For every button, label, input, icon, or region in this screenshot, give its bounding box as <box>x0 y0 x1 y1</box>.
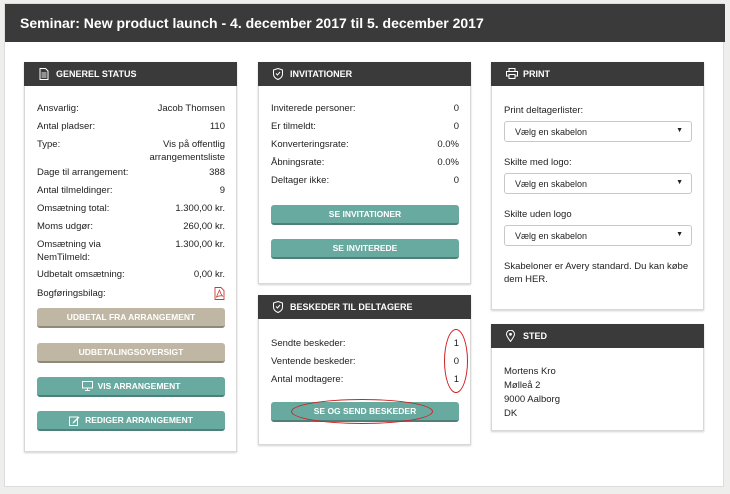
invitation-row-declined: Deltager ikke: 0 <box>271 175 459 186</box>
invitations-title: INVITATIONER <box>290 69 353 79</box>
location-line: 9000 Aalborg <box>504 394 560 405</box>
location-panel: STED Mortens Kro Mølleå 2 9000 Aalborg D… <box>491 324 704 431</box>
print-title: PRINT <box>523 69 550 79</box>
monitor-icon <box>81 381 93 391</box>
avery-note-line1: Skabeloner er Avery standard. Du kan køb… <box>504 261 689 272</box>
invitation-row-registered: Er tilmeldt: 0 <box>271 121 459 132</box>
messages-header: BESKEDER TIL DELTAGERE <box>258 295 471 319</box>
location-header: STED <box>491 324 704 348</box>
signs-with-logo-select[interactable]: Vælg en skabelon ▼ <box>504 173 692 194</box>
status-row-vat: Moms udgør: 260,00 kr. <box>37 221 225 232</box>
invitations-panel: INVITATIONER Inviterede personer: 0 Er t… <box>258 62 471 284</box>
status-row-registrations: Antal tilmeldinger: 9 <box>37 185 225 196</box>
caret-down-icon: ▼ <box>676 179 683 186</box>
message-row-sent: Sendte beskeder: 1 <box>271 338 459 349</box>
status-row-responsible: Ansvarlig: Jacob Thomsen <box>37 103 225 114</box>
invitation-row-conversion: Konverteringsrate: 0.0% <box>271 139 459 150</box>
signs-with-logo-label: Skilte med logo: <box>504 157 572 168</box>
status-row-revenue-nemtilmeld: Omsætning via NemTilmeld: 1.300,00 kr. <box>37 239 225 263</box>
invitation-row-open-rate: Åbningsrate: 0.0% <box>271 157 459 168</box>
avery-note-line2[interactable]: dem HER. <box>504 273 548 286</box>
view-event-button[interactable]: VIS ARRANGEMENT <box>37 377 225 397</box>
top-bar: Seminar: New product launch - 4. decembe… <box>5 4 725 42</box>
print-participant-lists-label: Print deltagerlister: <box>504 105 584 116</box>
status-row-bookkeeping: Bogføringsbilag: <box>37 287 225 300</box>
printer-icon <box>506 68 518 80</box>
message-row-pending: Ventende beskeder: 0 <box>271 356 459 367</box>
general-status-panel: GENEREL STATUS Ansvarlig: Jacob Thomsen … <box>24 62 237 452</box>
shield-icon <box>273 68 285 80</box>
map-pin-icon <box>506 330 518 342</box>
pay-out-button[interactable]: UDBETAL FRA ARRANGEMENT <box>37 308 225 328</box>
see-invited-button[interactable]: SE INVITEREDE <box>271 239 459 259</box>
location-title: STED <box>523 331 548 341</box>
general-status-header: GENEREL STATUS <box>24 62 237 86</box>
status-row-type: Type: Vis på offentlig arrangementsliste <box>37 139 225 163</box>
see-invitations-button[interactable]: SE INVITATIONER <box>271 205 459 225</box>
pdf-icon[interactable] <box>214 287 225 304</box>
location-line: DK <box>504 408 518 419</box>
print-panel: PRINT Print deltagerlister: Vælg en skab… <box>491 62 704 310</box>
participant-list-template-select[interactable]: Vælg en skabelon ▼ <box>504 121 692 142</box>
signs-without-logo-select[interactable]: Vælg en skabelon ▼ <box>504 225 692 246</box>
status-row-paid-out: Udbetalt omsætning: 0,00 kr. <box>37 269 225 280</box>
location-line: Mølleå 2 <box>504 380 541 391</box>
status-row-revenue-total: Omsætning total: 1.300,00 kr. <box>37 203 225 214</box>
page-title: Seminar: New product launch - 4. decembe… <box>20 15 484 31</box>
page: Seminar: New product launch - 4. decembe… <box>4 3 725 487</box>
signs-without-logo-label: Skilte uden logo <box>504 209 572 220</box>
messages-panel: BESKEDER TIL DELTAGERE Sendte beskeder: … <box>258 295 471 445</box>
general-status-title: GENEREL STATUS <box>56 69 137 79</box>
document-icon <box>39 68 51 80</box>
shield-icon <box>273 301 285 313</box>
status-row-seats: Antal pladser: 110 <box>37 121 225 132</box>
message-row-recipients: Antal modtagere: 1 <box>271 374 459 385</box>
payout-overview-button[interactable]: UDBETALINGSOVERSIGT <box>37 343 225 363</box>
highlight-ellipse-counts <box>444 329 468 393</box>
messages-title: BESKEDER TIL DELTAGERE <box>290 302 413 312</box>
edit-icon <box>69 415 80 426</box>
invitations-header: INVITATIONER <box>258 62 471 86</box>
caret-down-icon: ▼ <box>676 127 683 134</box>
location-line: Mortens Kro <box>504 366 556 377</box>
highlight-ellipse-button <box>291 399 433 424</box>
print-header: PRINT <box>491 62 704 86</box>
edit-event-button[interactable]: REDIGER ARRANGEMENT <box>37 411 225 431</box>
status-row-days: Dage til arrangement: 388 <box>37 167 225 178</box>
caret-down-icon: ▼ <box>676 231 683 238</box>
invitation-row-invited: Inviterede personer: 0 <box>271 103 459 114</box>
